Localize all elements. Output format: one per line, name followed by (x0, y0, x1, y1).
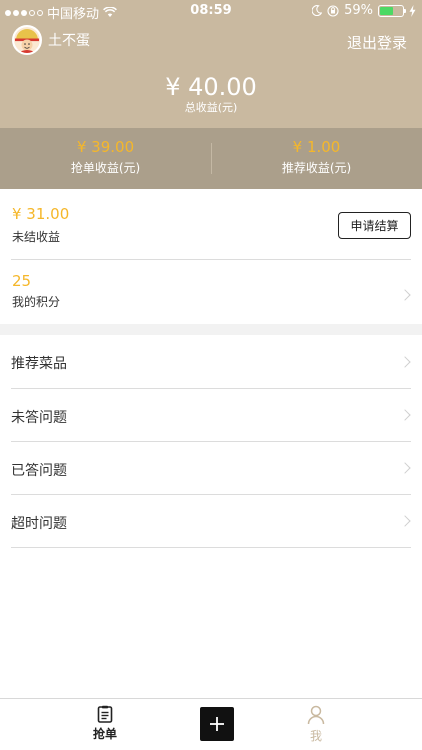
battery-level (380, 6, 393, 15)
plus-icon (210, 717, 224, 731)
grab-earnings-label: 抢单收益(元) (70, 161, 141, 175)
add-button[interactable] (200, 707, 234, 741)
chevron-right-icon (399, 356, 411, 368)
tab-me[interactable]: 我 (296, 705, 336, 744)
battery-icon (378, 4, 406, 17)
divider (11, 547, 411, 548)
chevron-right-icon (399, 462, 411, 474)
menu-item-recommend-dishes[interactable]: 推荐菜品 (0, 335, 422, 388)
status-bar: 中国移动 08:59 59% (0, 0, 422, 22)
chevron-right-icon (399, 289, 411, 301)
points-value: 25 (12, 272, 32, 290)
menu-item-label: 推荐菜品 (11, 356, 67, 372)
total-earnings-amount: ¥ 40.00 (165, 73, 257, 101)
status-right: 59% (312, 3, 416, 18)
points-label: 我的积分 (12, 295, 61, 309)
menu-item-label: 已答问题 (11, 463, 67, 479)
section-gap (0, 324, 422, 335)
avatar[interactable] (12, 25, 42, 55)
recommend-earnings: ¥ 1.00 推荐收益(元) (211, 138, 422, 176)
tab-grab-orders[interactable]: 抢单 (85, 705, 125, 742)
charging-icon (409, 4, 416, 17)
grab-earnings-amount: ¥ 39.00 (76, 138, 135, 156)
recommend-earnings-amount: ¥ 1.00 (292, 138, 341, 156)
menu-item-label: 未答问题 (11, 410, 67, 426)
clipboard-icon (97, 705, 113, 723)
total-earnings-label: 总收益(元) (184, 101, 238, 114)
earnings-breakdown: ¥ 39.00 抢单收益(元) ¥ 1.00 推荐收益(元) (0, 128, 422, 189)
username: 土不蛋 (48, 33, 90, 49)
points-row[interactable]: 25 我的积分 (0, 260, 422, 324)
menu-item-unanswered[interactable]: 未答问题 (0, 389, 422, 441)
tab-bar: 抢单 我 (0, 698, 422, 750)
menu-item-timeout[interactable]: 超时问题 (0, 495, 422, 547)
chevron-right-icon (399, 515, 411, 527)
moon-icon (312, 5, 323, 16)
tab-grab-label: 抢单 (92, 727, 117, 741)
chevron-right-icon (399, 409, 411, 421)
menu-item-label: 超时问题 (11, 516, 67, 532)
battery-percent: 59% (344, 3, 373, 18)
unsettled-label: 未结收益 (12, 230, 61, 244)
unsettled-amount: ¥ 31.00 (12, 205, 70, 223)
logout-button[interactable]: 退出登录 (347, 32, 407, 53)
tab-me-label: 我 (309, 729, 322, 743)
person-icon (307, 705, 325, 725)
recommend-earnings-label: 推荐收益(元) (281, 161, 352, 175)
avatar-image (14, 27, 40, 53)
menu-item-answered[interactable]: 已答问题 (0, 442, 422, 494)
apply-settlement-button[interactable]: 申请结算 (338, 212, 411, 239)
grab-earnings: ¥ 39.00 抢单收益(元) (0, 138, 211, 176)
profile-header: 中国移动 08:59 59% 土不蛋 退出登录 ¥ 40.00 总收益(元) (0, 0, 422, 128)
orientation-lock-icon (327, 4, 339, 17)
